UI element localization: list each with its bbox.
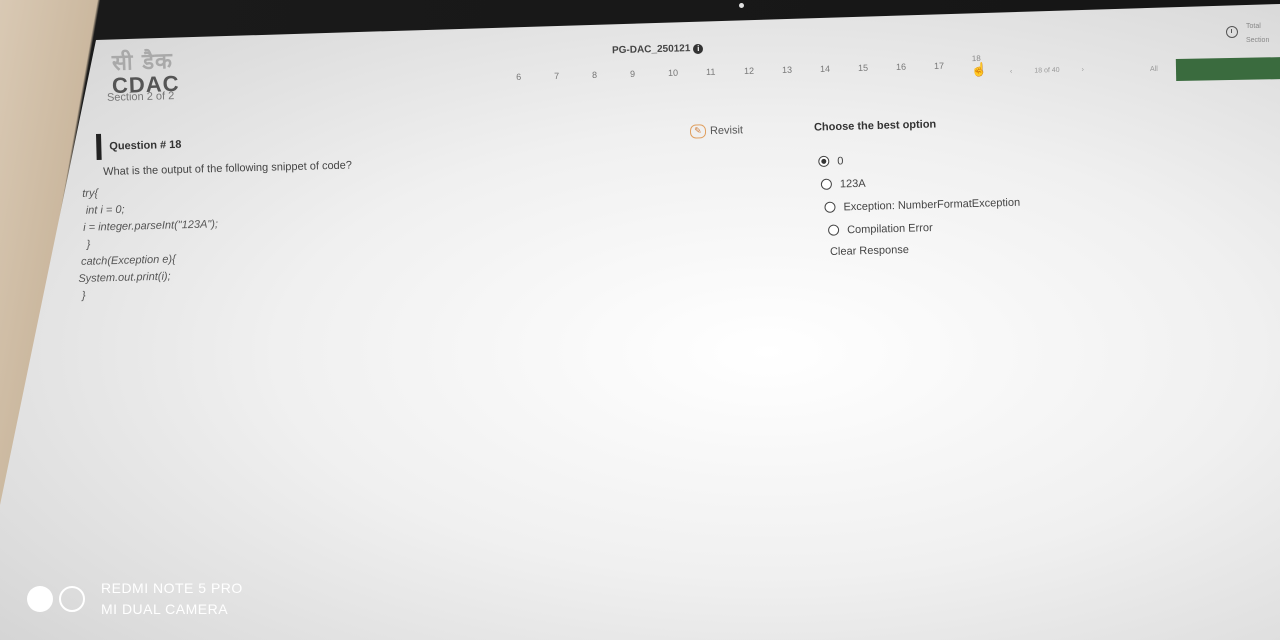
question-nav-item[interactable]: 10 bbox=[668, 68, 678, 78]
question-nav-item[interactable]: 11 bbox=[706, 67, 716, 77]
clock-icon bbox=[1226, 26, 1238, 38]
clear-response-button[interactable]: Clear Response bbox=[830, 244, 909, 258]
radio-button[interactable] bbox=[824, 201, 836, 213]
option-label[interactable]: 0 bbox=[837, 155, 843, 167]
question-nav-item[interactable]: 6 bbox=[516, 72, 521, 82]
question-text: What is the output of the following snip… bbox=[103, 159, 353, 178]
revisit-icon: ✎ bbox=[689, 124, 707, 139]
timer-section-label: Section bbox=[1246, 37, 1270, 44]
timer-panel: Total Section bbox=[1226, 20, 1269, 48]
pager-prev-icon[interactable]: ‹ bbox=[1010, 68, 1013, 75]
option-label[interactable]: Compilation Error bbox=[847, 222, 933, 236]
question-navigator: 6 7 8 9 10 11 12 13 14 15 16 17 18 ☝ bbox=[516, 54, 987, 98]
info-icon[interactable]: i bbox=[693, 43, 704, 54]
timer-total-label: Total bbox=[1246, 23, 1261, 30]
question-header: Question # 18 bbox=[96, 132, 182, 160]
question-nav-item[interactable]: 16 bbox=[896, 62, 906, 72]
question-title: Question # 18 bbox=[109, 138, 182, 153]
question-nav-item[interactable]: 13 bbox=[782, 65, 792, 75]
options-list: 0 123A Exception: NumberFormatException … bbox=[818, 145, 1021, 242]
pager-next-icon[interactable]: › bbox=[1081, 66, 1084, 73]
exam-title: PG-DAC_250121 i bbox=[612, 43, 704, 56]
code-line: } bbox=[78, 289, 86, 302]
question-nav-item[interactable]: 9 bbox=[630, 69, 635, 79]
revisit-button[interactable]: ✎ Revisit bbox=[689, 123, 744, 139]
submit-bar[interactable] bbox=[1175, 57, 1280, 81]
question-nav-item[interactable]: 8 bbox=[592, 70, 597, 80]
exam-title-text: PG-DAC_250121 bbox=[611, 43, 691, 57]
camera-watermark: REDMI NOTE 5 PRO MI DUAL CAMERA bbox=[27, 578, 243, 620]
section-indicator: Section 2 of 2 bbox=[106, 90, 175, 104]
question-nav-item[interactable]: 14 bbox=[820, 64, 830, 74]
exam-screen: सी डैक CDAC Section 2 of 2 PG-DAC_250121… bbox=[0, 4, 1280, 640]
option-label[interactable]: 123A bbox=[840, 177, 866, 190]
code-snippet: try{ int i = 0; i = integer.parseInt("12… bbox=[76, 184, 220, 307]
watermark-logo bbox=[27, 586, 85, 612]
webcam-indicator bbox=[739, 3, 744, 8]
options-prompt: Choose the best option bbox=[813, 118, 937, 134]
watermark-line2: MI DUAL CAMERA bbox=[101, 601, 229, 617]
question-nav-item[interactable]: 17 bbox=[934, 61, 944, 71]
radio-button[interactable] bbox=[820, 178, 833, 190]
question-nav-item[interactable]: 15 bbox=[858, 63, 868, 73]
filter-all[interactable]: All bbox=[1150, 66, 1158, 73]
pager-text: 18 of 40 bbox=[1034, 66, 1060, 75]
question-nav-item[interactable]: 7 bbox=[554, 71, 559, 81]
option-item[interactable]: Compilation Error bbox=[827, 214, 1021, 242]
option-label[interactable]: Exception: NumberFormatException bbox=[843, 196, 1020, 213]
question-pager: ‹ 18 of 40 › bbox=[1010, 66, 1104, 75]
watermark-line1: REDMI NOTE 5 PRO bbox=[101, 580, 243, 596]
radio-button[interactable] bbox=[827, 224, 840, 236]
question-header-bar bbox=[96, 133, 102, 160]
hand-cursor-icon: ☝ bbox=[970, 61, 988, 78]
question-nav-item[interactable]: 12 bbox=[744, 66, 754, 76]
radio-button[interactable] bbox=[818, 155, 830, 167]
revisit-label: Revisit bbox=[709, 124, 744, 138]
